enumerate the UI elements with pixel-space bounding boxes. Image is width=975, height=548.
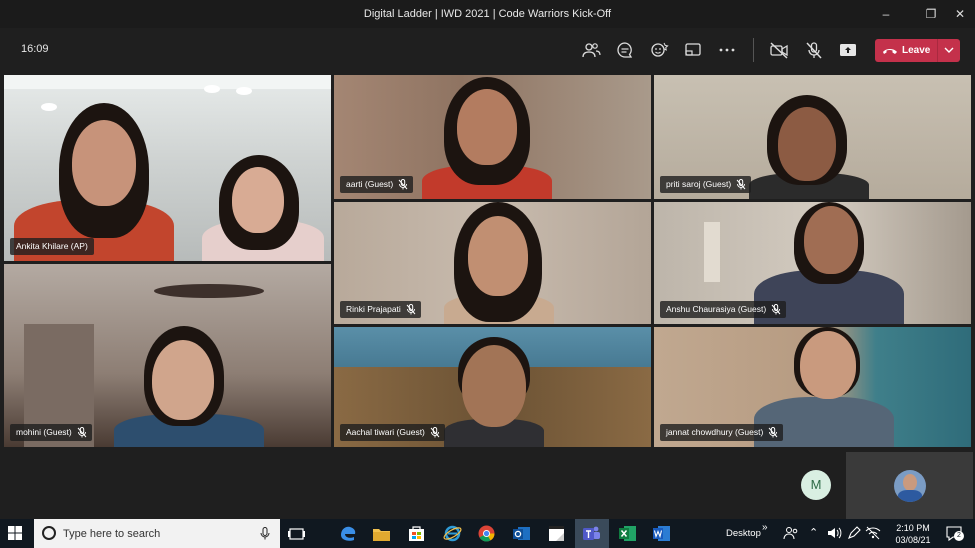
video-tile-aachal[interactable]: Aachal tiwari (Guest) bbox=[334, 327, 651, 447]
windows-start-icon[interactable] bbox=[8, 526, 22, 540]
mic-off-icon bbox=[77, 427, 87, 438]
participant-name-tag: Rinki Prajapati bbox=[340, 301, 421, 318]
taskbar-search-input[interactable]: Type here to search bbox=[34, 519, 280, 548]
excel-icon[interactable] bbox=[617, 523, 638, 544]
notification-badge: 2 bbox=[954, 531, 964, 541]
video-tile-aarti[interactable]: aarti (Guest) bbox=[334, 75, 651, 199]
camera-off-icon[interactable] bbox=[769, 40, 789, 60]
toolbar-expand-icon[interactable]: » bbox=[762, 522, 768, 533]
word-icon[interactable] bbox=[651, 523, 672, 544]
video-tile-priti[interactable]: priti saroj (Guest) bbox=[654, 75, 971, 199]
participant-name-tag: jannat chowdhury (Guest) bbox=[660, 424, 784, 441]
participants-icon[interactable] bbox=[581, 40, 601, 60]
video-tile-jannat[interactable]: jannat chowdhury (Guest) bbox=[654, 327, 971, 447]
mic-off-icon bbox=[771, 304, 781, 315]
reactions-icon[interactable] bbox=[649, 40, 669, 60]
video-tile-ankita[interactable]: Ankita Khilare (AP) bbox=[4, 75, 331, 261]
mic-off-icon bbox=[406, 304, 416, 315]
call-controls-bar: 16:09 Leave bbox=[0, 28, 975, 72]
video-tile-mohini[interactable]: mohini (Guest) bbox=[4, 264, 331, 447]
windows-taskbar: Type here to search Desktop » ⌃ 2:10 PM … bbox=[0, 519, 975, 548]
toolbar-divider bbox=[753, 38, 754, 62]
volume-icon[interactable] bbox=[826, 525, 842, 541]
taskbar-clock[interactable]: 2:10 PM 03/08/21 bbox=[888, 522, 938, 546]
file-explorer-icon[interactable] bbox=[371, 523, 392, 544]
mic-off-icon bbox=[736, 179, 746, 190]
window-title-bar: Digital Ladder | IWD 2021 | Code Warrior… bbox=[0, 0, 975, 28]
chevron-up-icon[interactable]: ⌃ bbox=[809, 526, 818, 539]
task-view-icon[interactable] bbox=[286, 523, 307, 544]
avatar[interactable]: M bbox=[801, 470, 831, 500]
chrome-icon[interactable] bbox=[476, 523, 497, 544]
search-placeholder: Type here to search bbox=[63, 528, 161, 540]
pen-icon[interactable] bbox=[846, 525, 862, 541]
wifi-off-icon[interactable] bbox=[865, 525, 881, 541]
store-icon[interactable] bbox=[406, 523, 427, 544]
chat-icon[interactable] bbox=[615, 40, 635, 60]
call-timer: 16:09 bbox=[21, 43, 49, 55]
participant-name-tag: aarti (Guest) bbox=[340, 176, 414, 193]
share-content-icon[interactable] bbox=[838, 40, 858, 60]
video-tile-anshu[interactable]: Anshu Chaurasiya (Guest) bbox=[654, 202, 971, 324]
self-avatar bbox=[894, 470, 926, 502]
leave-button[interactable]: Leave bbox=[875, 39, 960, 62]
clock-time: 2:10 PM bbox=[896, 523, 930, 533]
mic-off-icon bbox=[768, 427, 778, 438]
participant-name-tag: Aachal tiwari (Guest) bbox=[340, 424, 445, 441]
notification-center-icon[interactable]: 2 bbox=[945, 524, 964, 542]
search-icon bbox=[42, 526, 56, 540]
desktop-toolbar-label[interactable]: Desktop bbox=[726, 528, 761, 539]
clock-date: 03/08/21 bbox=[895, 535, 931, 545]
people-icon[interactable] bbox=[782, 524, 800, 542]
close-icon[interactable]: ✕ bbox=[950, 4, 970, 24]
share-tray-icon[interactable] bbox=[683, 40, 703, 60]
edge-icon[interactable] bbox=[338, 523, 359, 544]
video-tile-rinki[interactable]: Rinki Prajapati bbox=[334, 202, 651, 324]
maximize-icon[interactable]: ❐ bbox=[921, 4, 941, 24]
window-title: Digital Ladder | IWD 2021 | Code Warrior… bbox=[363, 8, 612, 20]
chevron-down-icon[interactable] bbox=[942, 43, 956, 57]
ie-icon[interactable] bbox=[442, 523, 463, 544]
sticky-notes-icon[interactable] bbox=[546, 523, 567, 544]
mic-off-icon bbox=[430, 427, 440, 438]
teams-icon[interactable] bbox=[581, 523, 602, 544]
leave-label: Leave bbox=[902, 45, 931, 56]
minimize-icon[interactable]: – bbox=[876, 4, 896, 24]
hang-up-icon bbox=[883, 49, 897, 54]
more-options-icon[interactable] bbox=[717, 40, 737, 60]
participant-name-tag: Anshu Chaurasiya (Guest) bbox=[660, 301, 787, 318]
mic-off-icon[interactable] bbox=[804, 40, 824, 60]
microphone-icon[interactable] bbox=[260, 527, 270, 540]
participant-name-tag: mohini (Guest) bbox=[10, 424, 92, 441]
outlook-icon[interactable] bbox=[511, 523, 532, 544]
participant-name-tag: Ankita Khilare (AP) bbox=[10, 238, 94, 255]
mic-off-icon bbox=[398, 179, 408, 190]
participant-name-tag: priti saroj (Guest) bbox=[660, 176, 752, 193]
